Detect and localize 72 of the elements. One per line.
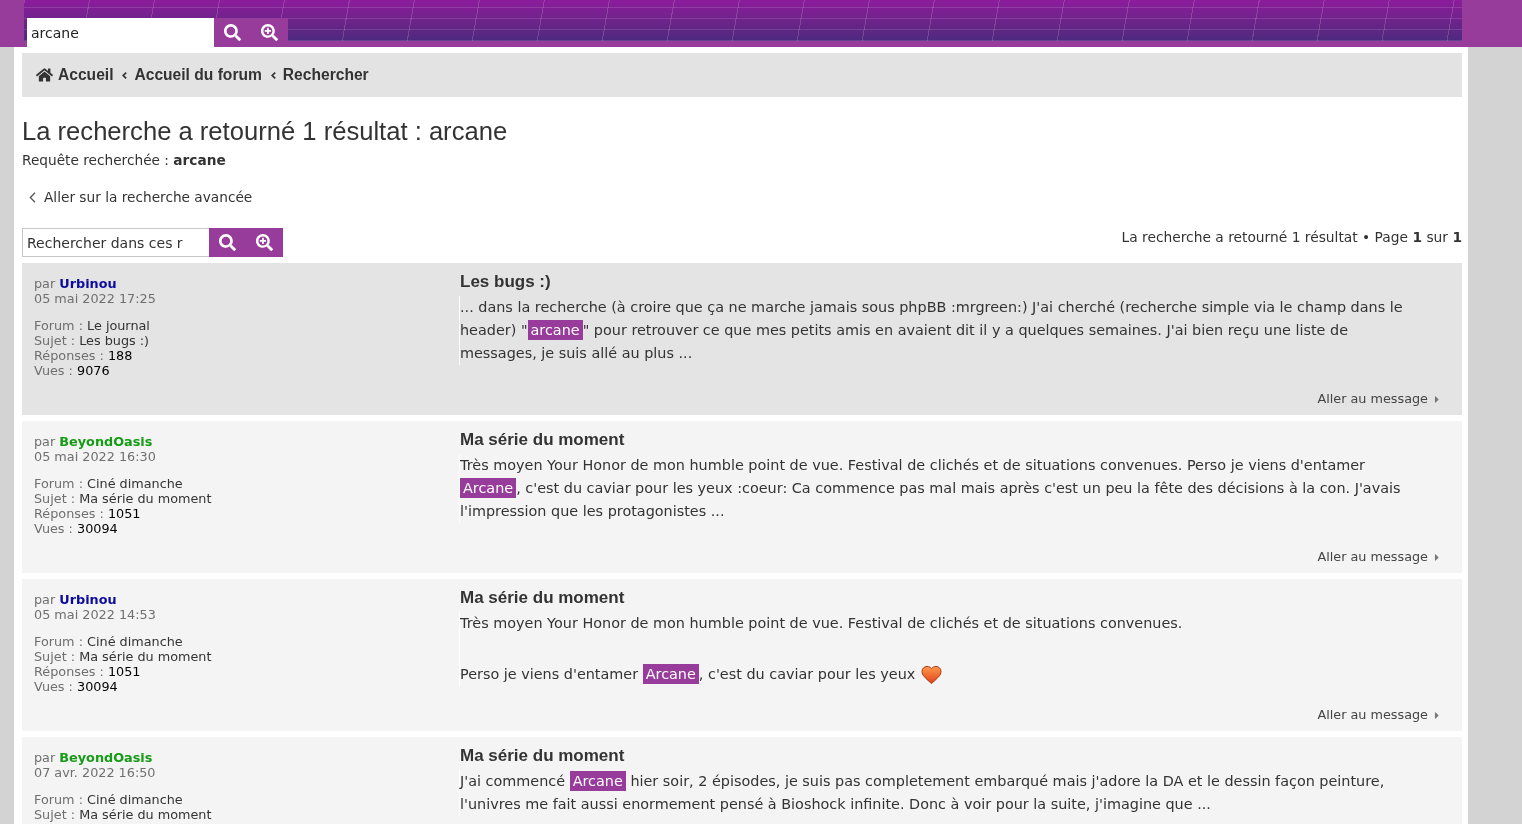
reply-count: 188 bbox=[107, 348, 133, 363]
post-title-link[interactable]: Ma série du moment bbox=[459, 587, 625, 609]
forum-link[interactable]: Ciné dimanche bbox=[87, 792, 183, 807]
reply-count: 1051 bbox=[107, 664, 141, 679]
jump-to-post-link[interactable]: Aller au message bbox=[1317, 391, 1440, 407]
meta-label: Forum : bbox=[34, 792, 83, 807]
post-date: 05 mai 2022 16:30 bbox=[34, 449, 157, 464]
view-count: 30094 bbox=[77, 679, 118, 694]
post-title-link[interactable]: Les bugs :) bbox=[459, 271, 551, 293]
post-date: 05 mai 2022 14:53 bbox=[34, 607, 157, 622]
caret-right-icon bbox=[1434, 551, 1440, 563]
magnifier-plus-icon bbox=[261, 24, 278, 41]
forum-link[interactable]: Le journal bbox=[87, 318, 150, 333]
caret-right-icon bbox=[1434, 393, 1440, 405]
meta-label: Sujet : bbox=[34, 649, 76, 664]
meta-label: Réponses : bbox=[34, 506, 104, 521]
topic-link[interactable]: Ma série du moment bbox=[79, 807, 212, 822]
post-excerpt: Très moyen Your Honor de mon humble point de vue. Festival de clichés et de situations convenues. bbox=[460, 614, 1183, 633]
search-icon bbox=[224, 24, 241, 41]
by-label: par bbox=[34, 434, 56, 449]
author-link[interactable]: Urbinou bbox=[59, 592, 117, 607]
meta-label: Sujet : bbox=[34, 333, 76, 348]
reply-count: 1051 bbox=[107, 506, 141, 521]
results-search-field[interactable]: Rechercher dans ces r bbox=[22, 228, 209, 257]
meta-label: Forum : bbox=[34, 318, 83, 333]
forum-link[interactable]: Ciné dimanche bbox=[87, 634, 183, 649]
post-excerpt: J'ai commencé Arcane hier soir, 2 épisodes, je suis pas completement embarqué mais j'adore la DA et le dessin façon peinture, l'univres me fait aussi enormement pensé à Bioshock infinite. Donc à voir pour la suite, j'imagine que ... bbox=[460, 770, 1386, 814]
meta-label: Vues : bbox=[34, 679, 73, 694]
page-title: La recherche a retourné 1 résultat : arcane bbox=[22, 117, 509, 145]
by-label: par bbox=[34, 592, 56, 607]
topic-link[interactable]: Ma série du moment bbox=[79, 649, 212, 664]
post-title-link[interactable]: Ma série du moment bbox=[459, 429, 625, 451]
meta-label: Réponses : bbox=[34, 664, 104, 679]
post-excerpt: ... dans la recherche (à croire que ça ne marche jamais sous phpBB :mrgreen:) J'ai cherché (recherche simple via le champ dans le header) " arcane " pour retrouver ce que mes petits amis en avaient dit il y a quelques semaines. J'ai bien reçu une liste de messages, je suis allé au plus ... bbox=[460, 298, 1404, 363]
chevron-left-icon bbox=[270, 71, 276, 79]
advanced-search-button[interactable] bbox=[246, 228, 283, 257]
breadcrumb-link[interactable]: Accueil bbox=[36, 66, 114, 84]
by-label: par bbox=[34, 750, 56, 765]
topic-link[interactable]: Les bugs :) bbox=[79, 333, 150, 348]
view-count: 30094 bbox=[77, 521, 118, 536]
post-excerpt: Perso je viens d'entamer Arcane , c'est du caviar pour les yeux bbox=[460, 663, 916, 686]
forum-link[interactable]: Ciné dimanche bbox=[87, 476, 183, 491]
meta-label: Sujet : bbox=[34, 491, 76, 506]
post-excerpt: Très moyen Your Honor de mon humble point de vue. Festival de clichés et de situations convenues. Perso je viens d'entamer Arcane , c'est du caviar pour les yeux :coeur: Ca commence pas mal mais après c'est un peu la fête des décisions à la con. J'avais l'impression que les protagonistes ... bbox=[460, 456, 1402, 521]
home-icon bbox=[36, 67, 53, 83]
chevron-left-icon bbox=[122, 71, 128, 79]
magnifier-plus-icon bbox=[256, 234, 273, 251]
search-query-text: Requête recherchée : arcane bbox=[22, 151, 227, 169]
meta-label: Réponses : bbox=[34, 348, 104, 363]
caret-right-icon bbox=[1434, 709, 1440, 721]
jump-to-post-link[interactable]: Aller au message bbox=[1317, 549, 1440, 565]
by-label: par bbox=[34, 276, 56, 291]
meta-label: Forum : bbox=[34, 634, 83, 649]
meta-label: Sujet : bbox=[34, 807, 76, 822]
view-count: 9076 bbox=[77, 363, 110, 378]
post-date: 05 mai 2022 17:25 bbox=[34, 291, 157, 306]
jump-to-post-link[interactable]: Aller au message bbox=[1317, 707, 1440, 723]
breadcrumb-link[interactable]: Rechercher bbox=[282, 66, 369, 84]
breadcrumb-link[interactable]: Accueil du forum bbox=[134, 66, 262, 84]
pagination-info: La recherche a retourné 1 résultat • Page 1 sur 1 bbox=[1121, 228, 1462, 246]
post-date: 07 avr. 2022 16:50 bbox=[34, 765, 157, 780]
search-icon bbox=[219, 234, 236, 251]
chevron-left-icon bbox=[29, 191, 36, 203]
meta-label: Vues : bbox=[34, 521, 73, 536]
search-button[interactable] bbox=[209, 228, 246, 257]
post-title-link[interactable]: Ma série du moment bbox=[459, 745, 625, 767]
meta-label: Vues : bbox=[34, 363, 73, 378]
topic-link[interactable]: Ma série du moment bbox=[79, 491, 212, 506]
author-link[interactable]: Urbinou bbox=[59, 276, 117, 291]
meta-label: Forum : bbox=[34, 476, 83, 491]
search-field[interactable]: arcane bbox=[27, 18, 214, 47]
advanced-search-link[interactable]: Aller sur la recherche avancée bbox=[29, 188, 253, 206]
